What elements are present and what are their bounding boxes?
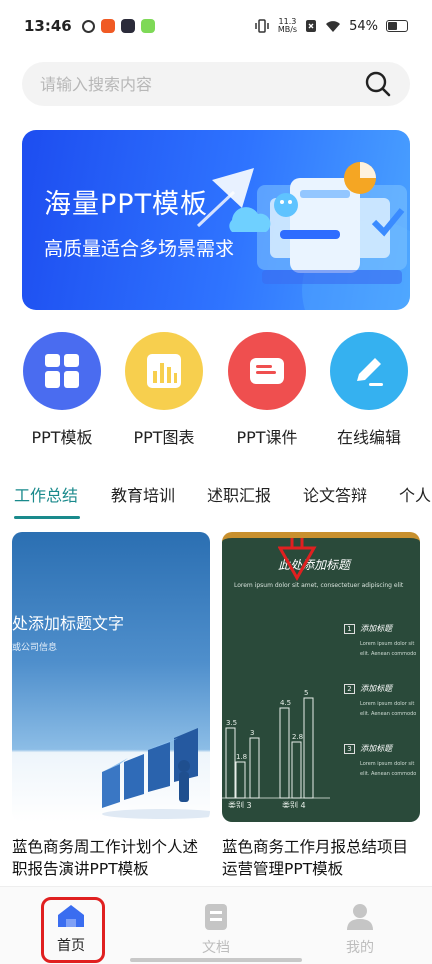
thumbnail-subtext: 或公司信息 bbox=[12, 643, 58, 653]
tab-work-summary[interactable]: 工作总结 bbox=[14, 482, 78, 506]
category-tabs: 工作总结 教育培训 述职汇报 论文答辩 个人 bbox=[0, 476, 432, 522]
chart-bar bbox=[249, 737, 260, 799]
thumbnail-subtext: Lorem ipsum dolor sit amet, consectetuer… bbox=[234, 582, 404, 589]
battery-percent: 54% bbox=[349, 18, 378, 34]
banner-title: 海量PPT模板 bbox=[44, 189, 209, 220]
item-number: 1 bbox=[344, 624, 355, 634]
chart-bar bbox=[225, 727, 236, 799]
chart-data-label: 3.5 bbox=[226, 719, 237, 727]
sim-off-icon bbox=[306, 20, 317, 32]
app-notification-icon bbox=[81, 19, 95, 33]
status-bar: 13:46 11.3 MB/s 54% bbox=[0, 0, 432, 52]
tab-education-training[interactable]: 教育培训 bbox=[111, 482, 175, 506]
item-text: Lorem ipsum dolor sit bbox=[360, 701, 415, 707]
battery-icon bbox=[386, 20, 408, 32]
category-icon-circle bbox=[23, 332, 101, 410]
annotation-arrow-icon bbox=[278, 538, 317, 582]
nav-documents[interactable]: 文档 bbox=[181, 903, 251, 957]
tab-thesis-defense[interactable]: 论文答辩 bbox=[303, 482, 367, 506]
item-text: elit. Aenean commodo bbox=[360, 771, 417, 777]
thumbnail-item: 1 添加标题 Lorem ipsum dolor sit elit. Aenea… bbox=[344, 616, 418, 676]
nav-label: 我的 bbox=[346, 940, 374, 956]
search-bar[interactable] bbox=[22, 62, 410, 106]
category-icon-circle bbox=[125, 332, 203, 410]
template-thumbnail: 此处添加标题 Lorem ipsum dolor sit amet, conse… bbox=[222, 532, 420, 822]
net-speed-unit: MB/s bbox=[277, 25, 298, 34]
item-heading: 添加标题 bbox=[360, 624, 393, 633]
home-indicator[interactable] bbox=[130, 958, 302, 962]
thumbnail-illustration bbox=[102, 728, 210, 819]
battery-fill bbox=[388, 22, 397, 30]
chart-data-label: 2.8 bbox=[292, 733, 303, 741]
category-ppt-courseware[interactable]: PPT课件 bbox=[217, 332, 317, 448]
item-number: 3 bbox=[344, 744, 355, 754]
category-label: 在线编辑 bbox=[336, 428, 401, 447]
net-speed: 11.3 MB/s bbox=[278, 18, 297, 34]
category-icon-circle bbox=[330, 332, 408, 410]
chart-bar bbox=[291, 741, 302, 799]
template-card[interactable]: 此处添加标题 Lorem ipsum dolor sit amet, conse… bbox=[222, 532, 420, 880]
grid-icon bbox=[45, 354, 79, 388]
item-text: elit. Aenean commodo bbox=[360, 651, 417, 657]
thumbnail-item: 2 添加标题 Lorem ipsum dolor sit elit. Aenea… bbox=[344, 676, 418, 736]
item-text: Lorem ipsum dolor sit bbox=[360, 761, 415, 767]
promo-banner[interactable]: 海量PPT模板 高质量适合多场景需求 bbox=[22, 130, 410, 310]
banner-subtitle: 高质量适合多场景需求 bbox=[44, 238, 235, 260]
item-heading: 添加标题 bbox=[360, 684, 393, 693]
chart-bar bbox=[279, 707, 290, 799]
chart-bar bbox=[235, 761, 246, 799]
chart-data-label: 5 bbox=[304, 689, 308, 697]
status-time: 13:46 bbox=[24, 17, 72, 35]
category-label: PPT图表 bbox=[133, 428, 195, 447]
thumbnail-items: 1 添加标题 Lorem ipsum dolor sit elit. Aenea… bbox=[344, 616, 418, 796]
edit-icon bbox=[357, 358, 383, 386]
template-title: 蓝色商务工作月报总结项目运营管理PPT模板 bbox=[222, 838, 409, 878]
document-icon bbox=[250, 358, 284, 384]
search-icon[interactable] bbox=[364, 70, 392, 98]
chart-data-label: 4.5 bbox=[280, 699, 291, 707]
category-label: PPT模板 bbox=[31, 428, 93, 447]
template-thumbnail: 处添加标题文字 或公司信息 bbox=[12, 532, 210, 822]
chart-category-label: 类别 3 bbox=[228, 800, 252, 808]
thumbnail-heading: 处添加标题文字 bbox=[12, 614, 125, 633]
app-notification-icon bbox=[100, 19, 115, 33]
annotation-highlight bbox=[41, 897, 105, 963]
category-online-edit[interactable]: 在线编辑 bbox=[319, 332, 419, 448]
nav-profile[interactable]: 我的 bbox=[325, 903, 395, 957]
category-icon-circle bbox=[228, 332, 306, 410]
chart-bar bbox=[303, 697, 314, 799]
user-icon bbox=[347, 904, 373, 930]
nav-label: 文档 bbox=[202, 940, 230, 956]
template-card[interactable]: 处添加标题文字 或公司信息 蓝色商务周工作计划个人述职报告演讲PPT模板 bbox=[12, 532, 210, 880]
category-shortcuts: PPT模板 PPT图表 PPT课件 在线编辑 bbox=[0, 332, 432, 452]
item-text: Lorem ipsum dolor sit bbox=[360, 641, 415, 647]
thumbnail-bar-chart: 3.5 1.8 3 4.5 2.8 5 类别 3 类别 4 bbox=[222, 689, 330, 808]
status-left: 13:46 bbox=[24, 17, 155, 35]
item-text: elit. Aenean commodo bbox=[360, 711, 417, 717]
wifi-icon bbox=[326, 20, 341, 32]
category-ppt-chart[interactable]: PPT图表 bbox=[114, 332, 214, 448]
status-right: 11.3 MB/s 54% bbox=[254, 18, 408, 34]
app-notification-icon bbox=[120, 19, 135, 33]
tab-personal[interactable]: 个人 bbox=[399, 482, 431, 506]
chart-category-label: 类别 4 bbox=[282, 800, 306, 808]
category-label: PPT课件 bbox=[236, 428, 298, 447]
category-ppt-template[interactable]: PPT模板 bbox=[12, 332, 112, 448]
document-icon bbox=[205, 904, 227, 930]
thumbnail-item: 3 添加标题 Lorem ipsum dolor sit elit. Aenea… bbox=[344, 736, 418, 796]
app-notification-icon bbox=[140, 19, 155, 33]
item-number: 2 bbox=[344, 684, 355, 694]
tab-indicator bbox=[14, 516, 80, 519]
template-title: 蓝色商务周工作计划个人述职报告演讲PPT模板 bbox=[12, 838, 199, 878]
item-heading: 添加标题 bbox=[360, 744, 393, 753]
bar-chart-icon bbox=[147, 354, 181, 388]
chart-data-label: 3 bbox=[250, 729, 254, 737]
vibrate-icon bbox=[255, 19, 269, 33]
chart-data-label: 1.8 bbox=[236, 753, 247, 761]
search-input[interactable] bbox=[40, 74, 364, 94]
tab-work-report[interactable]: 述职汇报 bbox=[207, 482, 271, 506]
